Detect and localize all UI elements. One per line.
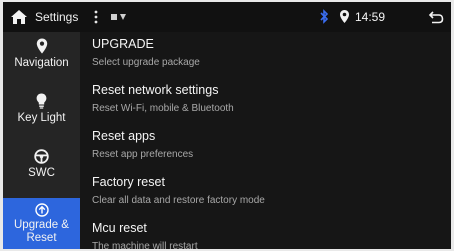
back-icon[interactable] bbox=[428, 10, 444, 24]
option-title: Reset apps bbox=[92, 129, 156, 143]
option-subtitle: Clear all data and restore factory mode bbox=[92, 195, 265, 206]
upgrade-arrow-icon bbox=[34, 203, 49, 217]
sidebar-item-swc[interactable]: SWC bbox=[3, 149, 80, 189]
home-icon[interactable] bbox=[10, 9, 28, 25]
upgrade-reset-options: UPGRADE Select upgrade package Reset net… bbox=[80, 32, 451, 249]
option-subtitle: Reset Wi-Fi, mobile & Bluetooth bbox=[92, 103, 234, 114]
sidebar-item-key-light[interactable]: Key Light bbox=[3, 93, 80, 133]
location-pin-icon bbox=[36, 38, 47, 54]
sidebar-item-label-line2: Reset bbox=[26, 232, 57, 244]
notification-icon bbox=[111, 14, 126, 20]
sidebar-item-navigation[interactable]: Navigation bbox=[3, 38, 80, 78]
sidebar-item-label: SWC bbox=[28, 167, 55, 179]
sidebar-item-label: Navigation bbox=[14, 57, 69, 69]
app-title: Settings bbox=[35, 10, 79, 24]
option-title: Reset network settings bbox=[92, 83, 219, 97]
option-reset-apps[interactable]: Reset apps Reset app preferences bbox=[80, 125, 451, 171]
option-subtitle: The machine will restart bbox=[92, 241, 198, 249]
sidebar-item-label: Key Light bbox=[17, 112, 66, 124]
sidebar-item-upgrade-reset[interactable]: Upgrade & Reset bbox=[3, 198, 80, 249]
location-icon bbox=[340, 10, 349, 23]
option-subtitle: Select upgrade package bbox=[92, 57, 200, 68]
option-subtitle: Reset app preferences bbox=[92, 149, 194, 160]
clock: 14:59 bbox=[355, 10, 386, 24]
option-reset-network[interactable]: Reset network settings Reset Wi-Fi, mobi… bbox=[80, 79, 451, 125]
settings-sidebar: Navigation Key Light SWC Upgrade & Reset bbox=[3, 32, 80, 249]
more-vertical-icon[interactable] bbox=[94, 10, 98, 24]
light-bulb-icon bbox=[36, 93, 47, 109]
steering-wheel-icon bbox=[34, 149, 49, 164]
option-upgrade[interactable]: UPGRADE Select upgrade package bbox=[80, 33, 451, 79]
sidebar-item-label: Upgrade & bbox=[14, 219, 69, 231]
option-factory-reset[interactable]: Factory reset Clear all data and restore… bbox=[80, 171, 451, 217]
status-bar: Settings 14:59 bbox=[3, 2, 451, 32]
settings-screen: Settings 14:59 Navigation Key Light SWC … bbox=[3, 2, 451, 249]
bluetooth-icon bbox=[320, 9, 329, 24]
option-title: Factory reset bbox=[92, 175, 165, 189]
option-title: UPGRADE bbox=[92, 37, 154, 51]
option-title: Mcu reset bbox=[92, 221, 147, 235]
option-mcu-reset[interactable]: Mcu reset The machine will restart bbox=[80, 217, 451, 249]
